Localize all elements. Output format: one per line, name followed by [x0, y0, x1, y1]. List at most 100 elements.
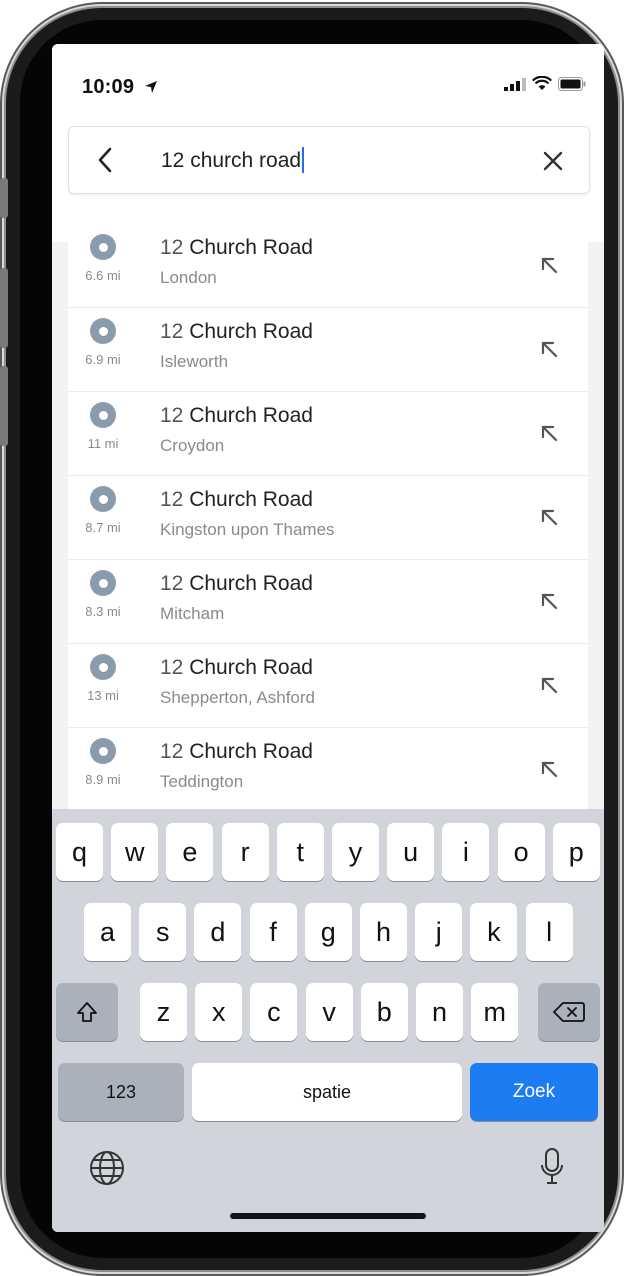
search-go-key[interactable]: Zoek	[470, 1063, 598, 1121]
shift-key[interactable]	[56, 983, 118, 1041]
fill-query-button[interactable]	[532, 332, 566, 366]
battery-icon	[558, 76, 586, 91]
shift-icon	[77, 1002, 97, 1022]
key-e[interactable]: e	[166, 823, 214, 881]
key-k[interactable]: k	[470, 903, 518, 961]
search-input[interactable]: 12 church road	[161, 147, 305, 173]
wifi-icon	[532, 76, 552, 90]
key-a[interactable]: a	[84, 903, 131, 961]
distance-label: 6.9 mi	[85, 352, 121, 367]
arrow-up-left-icon	[541, 593, 558, 610]
suggestion-street: Church Road	[189, 656, 313, 679]
suggestion-subtitle: Kingston upon Thames	[160, 520, 335, 539]
back-button[interactable]	[85, 137, 125, 183]
suggestion-list: 6.6 mi 12 Church Road London 6.9 mi 12 Churc…	[68, 224, 588, 812]
distance-label: 8.3 mi	[85, 604, 121, 619]
key-c[interactable]: c	[250, 983, 298, 1041]
suggestion-house-number: 12	[160, 656, 184, 679]
suggestion-item[interactable]: 8.3 mi 12 Church Road Mitcham	[68, 560, 588, 644]
place-pin-icon	[90, 402, 116, 428]
key-o[interactable]: o	[497, 823, 545, 881]
distance-label: 8.7 mi	[85, 520, 121, 535]
suggestion-subtitle: Isleworth	[160, 352, 229, 371]
search-header: 12 church road	[52, 114, 604, 242]
microphone-icon[interactable]	[540, 1147, 564, 1192]
suggestion-street: Church Road	[189, 572, 313, 595]
key-n[interactable]: n	[416, 983, 463, 1041]
volume-down-button	[0, 366, 8, 446]
place-pin-icon	[90, 654, 116, 680]
globe-icon[interactable]	[88, 1149, 126, 1192]
fill-query-button[interactable]	[532, 416, 566, 450]
suggestion-subtitle: Teddington	[160, 772, 244, 791]
key-l[interactable]: l	[525, 903, 573, 961]
key-f[interactable]: f	[249, 903, 297, 961]
key-d[interactable]: d	[194, 903, 242, 961]
fill-query-button[interactable]	[532, 752, 566, 786]
suggestion-street: Church Road	[189, 488, 313, 511]
key-i[interactable]: i	[442, 823, 490, 881]
place-pin-icon	[90, 234, 116, 260]
suggestion-street: Church Road	[189, 404, 313, 427]
search-box[interactable]: 12 church road	[68, 126, 590, 194]
key-w[interactable]: w	[111, 823, 159, 881]
suggestion-house-number: 12	[160, 236, 184, 259]
text-cursor	[302, 147, 305, 173]
key-s[interactable]: s	[139, 903, 187, 961]
suggestion-title: 12 Church Road	[160, 656, 313, 680]
suggestion-house-number: 12	[160, 320, 184, 343]
key-j[interactable]: j	[415, 903, 463, 961]
suggestion-subtitle: Croydon	[160, 436, 225, 455]
key-p[interactable]: p	[552, 823, 600, 881]
suggestion-title: 12 Church Road	[160, 404, 313, 428]
key-q[interactable]: q	[56, 823, 103, 881]
back-chevron-icon	[98, 147, 112, 173]
key-u[interactable]: u	[387, 823, 435, 881]
suggestion-subtitle: Shepperton, Ashford	[160, 688, 316, 707]
place-pin-icon	[90, 486, 116, 512]
suggestion-title: 12 Church Road	[160, 488, 313, 512]
suggestion-item[interactable]: 6.6 mi 12 Church Road London	[68, 224, 588, 308]
location-arrow-icon	[144, 81, 157, 93]
fill-query-button[interactable]	[532, 500, 566, 534]
key-t[interactable]: t	[276, 823, 324, 881]
key-h[interactable]: h	[360, 903, 407, 961]
backspace-key[interactable]	[538, 983, 600, 1041]
suggestion-item[interactable]: 8.7 mi 12 Church Road Kingston upon Thames	[68, 476, 588, 560]
suggestion-item[interactable]: 13 mi 12 Church Road Shepperton, Ashford	[68, 644, 588, 728]
key-b[interactable]: b	[360, 983, 408, 1041]
distance-label: 13 mi	[87, 688, 119, 703]
key-r[interactable]: r	[221, 823, 269, 881]
distance-label: 11 mi	[87, 436, 119, 451]
key-z[interactable]: z	[140, 983, 187, 1041]
key-y[interactable]: y	[332, 823, 379, 881]
key-m[interactable]: m	[471, 983, 519, 1041]
suggestion-subtitle: Mitcham	[160, 604, 225, 623]
volume-up-button	[0, 268, 8, 348]
space-key[interactable]: spatie	[192, 1063, 462, 1121]
suggestion-house-number: 12	[160, 572, 184, 595]
fill-query-button[interactable]	[532, 584, 566, 618]
status-icons	[504, 76, 586, 91]
key-x[interactable]: x	[195, 983, 243, 1041]
clear-search-button[interactable]	[531, 139, 575, 183]
suggestion-item[interactable]: 6.9 mi 12 Church Road Isleworth	[68, 308, 588, 392]
suggestion-house-number: 12	[160, 404, 184, 427]
status-bar: 10:09	[52, 44, 604, 114]
fill-query-button[interactable]	[532, 248, 566, 282]
key-v[interactable]: v	[305, 983, 353, 1041]
suggestion-street: Church Road	[189, 320, 313, 343]
place-pin-icon	[90, 738, 116, 764]
screen: 10:09 12 church road 6.6 mi 12 Church Ro…	[52, 44, 604, 1232]
suggestion-item[interactable]: 8.9 mi 12 Church Road Teddington	[68, 728, 588, 812]
cellular-signal-icon	[504, 77, 526, 91]
home-indicator[interactable]	[230, 1213, 426, 1219]
suggestion-item[interactable]: 11 mi 12 Church Road Croydon	[68, 392, 588, 476]
fill-query-button[interactable]	[532, 668, 566, 702]
distance-label: 8.9 mi	[85, 772, 121, 787]
arrow-up-left-icon	[541, 341, 558, 358]
suggestion-title: 12 Church Road	[160, 572, 313, 596]
suggestion-title: 12 Church Road	[160, 740, 313, 764]
numbers-key[interactable]: 123	[58, 1063, 184, 1121]
key-g[interactable]: g	[304, 903, 352, 961]
